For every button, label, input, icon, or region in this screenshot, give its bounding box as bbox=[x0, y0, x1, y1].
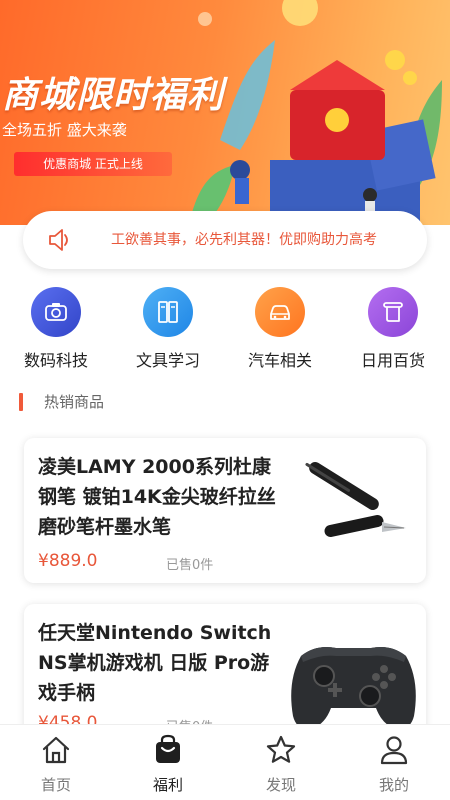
product-price: ¥889.0 bbox=[38, 551, 98, 571]
tab-label: 首页 bbox=[40, 776, 71, 794]
category-label: 数码科技 bbox=[23, 351, 88, 370]
banner-title: 商城限时福利 bbox=[2, 75, 225, 116]
tab-discover[interactable]: 发现 bbox=[225, 725, 337, 800]
tab-welfare[interactable]: 福利 bbox=[112, 725, 224, 800]
category-label: 文具学习 bbox=[135, 351, 200, 370]
tab-label: 福利 bbox=[152, 776, 183, 794]
speaker-icon bbox=[49, 229, 68, 251]
notice-text: 工欲善其事，必先利其器！优即购助力高考 bbox=[111, 232, 377, 248]
user-icon bbox=[380, 736, 408, 765]
towel-icon bbox=[368, 287, 418, 337]
book-icon bbox=[143, 287, 193, 337]
bottom-tab-bar: 首页 福利 发现 我的 bbox=[0, 724, 450, 800]
promo-banner[interactable]: 商城限时福利 全场五折 盛大来袭 优惠商城 正式上线 bbox=[0, 0, 450, 225]
product-sold-count: 已售0件 bbox=[166, 558, 214, 573]
tab-home[interactable]: 首页 bbox=[0, 725, 112, 800]
section-marker bbox=[19, 393, 23, 411]
camera-icon bbox=[31, 287, 81, 337]
star-icon bbox=[266, 735, 296, 763]
category-auto[interactable]: 汽车相关 bbox=[230, 287, 330, 371]
banner-illustration bbox=[190, 40, 442, 225]
section-title: 热销商品 bbox=[44, 393, 105, 411]
banner-tag: 优惠商城 正式上线 bbox=[14, 152, 172, 176]
shopping-bag-icon bbox=[156, 734, 180, 763]
category-label: 汽车相关 bbox=[247, 351, 312, 370]
category-stationery[interactable]: 文具学习 bbox=[118, 287, 218, 371]
tab-label: 我的 bbox=[378, 776, 409, 794]
car-icon bbox=[255, 287, 305, 337]
banner-subtitle: 全场五折 盛大来袭 bbox=[2, 121, 127, 139]
notice-bar[interactable]: 工欲善其事，必先利其器！优即购助力高考 bbox=[23, 211, 427, 269]
category-label: 日用百货 bbox=[360, 351, 425, 370]
product-name: 凌美LAMY 2000系列杜康钢笔 镀铂14K金尖玻纤拉丝磨砂笔杆墨水笔 bbox=[38, 456, 276, 538]
home-icon bbox=[42, 736, 70, 764]
product-name: 任天堂Nintendo Switch NS掌机游戏机 日版 Pro游戏手柄 bbox=[38, 622, 272, 704]
game-controller-image bbox=[291, 647, 416, 729]
product-card[interactable]: 凌美LAMY 2000系列杜康钢笔 镀铂14K金尖玻纤拉丝磨砂笔杆墨水笔 ¥88… bbox=[24, 438, 426, 583]
tab-label: 发现 bbox=[265, 776, 296, 794]
category-daily[interactable]: 日用百货 bbox=[343, 287, 443, 371]
tab-profile[interactable]: 我的 bbox=[338, 725, 450, 800]
product-card[interactable]: 任天堂Nintendo Switch NS掌机游戏机 日版 Pro游戏手柄 ¥4… bbox=[24, 604, 426, 744]
fountain-pen-image bbox=[305, 461, 406, 537]
category-digital[interactable]: 数码科技 bbox=[6, 287, 106, 371]
